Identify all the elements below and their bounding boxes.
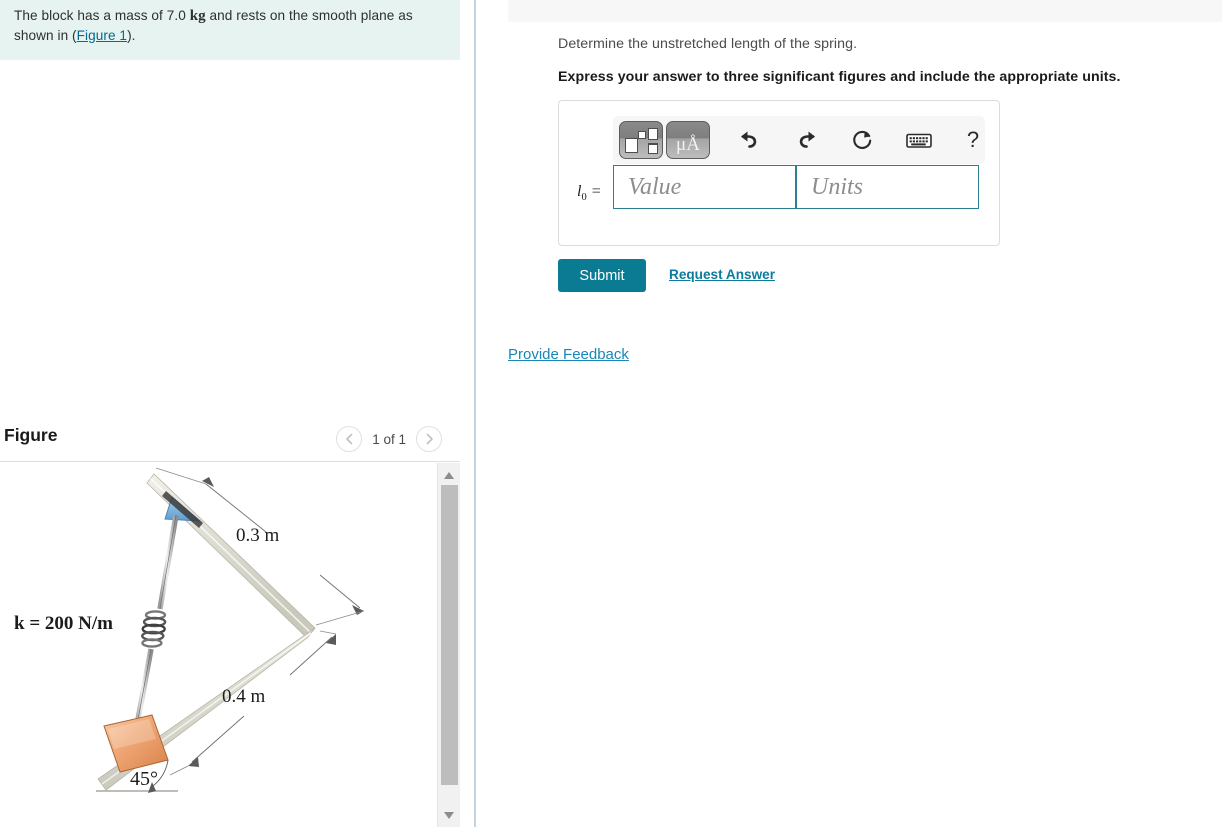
keyboard-button[interactable] <box>899 121 939 159</box>
figure-prev-button[interactable] <box>336 426 363 452</box>
micro-angstrom-units-icon: μÅ <box>676 134 700 155</box>
figure-viewport: 0.3 m 0.4 m 45° k = 200 N/m <box>0 463 460 827</box>
dimension-0_3m <box>155 467 365 626</box>
answer-value-input[interactable]: Value <box>613 165 796 209</box>
top-status-strip <box>508 0 1222 22</box>
units-button[interactable]: μÅ <box>666 121 710 159</box>
answer-units-input[interactable]: Units <box>796 165 979 209</box>
redo-arrow-icon <box>799 131 815 148</box>
figure-header-divider <box>0 461 460 462</box>
mass-unit: kg <box>189 8 206 24</box>
submit-button[interactable]: Submit <box>558 259 646 292</box>
scrollbar-down-arrow[interactable] <box>438 806 460 824</box>
figure-header: Figure 1 of 1 <box>0 418 460 462</box>
provide-feedback-link[interactable]: Provide Feedback <box>508 346 629 363</box>
figure-pager: 1 of 1 <box>336 426 442 452</box>
undo-button[interactable] <box>729 121 769 159</box>
answer-variable-label: l0 = <box>577 183 602 203</box>
dimension-label-0_4m: 0.4 m <box>222 686 266 707</box>
help-question-mark-icon: ? <box>966 127 980 152</box>
spring-constant-label: k = 200 N/m <box>14 613 113 634</box>
scroll-down-arrow-icon <box>444 811 454 819</box>
scroll-up-arrow-icon <box>444 471 454 479</box>
reset-circular-arrow-icon <box>853 130 872 149</box>
figure-1-link[interactable]: Figure 1 <box>77 28 127 43</box>
angle-label-45: 45° <box>130 768 158 790</box>
keyboard-icon <box>906 133 932 148</box>
answer-toolbar: μÅ ? <box>613 116 985 164</box>
spring-coil <box>141 610 167 648</box>
answer-entry-box: μÅ ? l0 = Value Units <box>558 100 1000 246</box>
undo-arrow-icon <box>741 131 757 148</box>
spring-support-bracket <box>162 491 203 528</box>
figure-pager-label: 1 of 1 <box>372 431 406 447</box>
redo-button[interactable] <box>787 121 827 159</box>
chevron-left-icon <box>345 433 353 445</box>
question-prompt: Determine the unstretched length of the … <box>558 36 858 52</box>
figure-next-button[interactable] <box>416 426 442 452</box>
scrollbar-up-arrow[interactable] <box>438 466 460 484</box>
problem-statement-text: The block has a mass of 7.0 kg and rests… <box>14 6 446 46</box>
figure-panel-title: Figure <box>4 425 58 445</box>
physics-figure-diagram: 0.3 m 0.4 m 45° k = 200 N/m <box>14 467 365 793</box>
request-answer-link[interactable]: Request Answer <box>669 267 775 282</box>
right-pane: Determine the unstretched length of the … <box>476 0 1222 827</box>
block-on-incline <box>103 714 169 773</box>
answer-variable-equals: = <box>586 183 602 200</box>
figure-scrollbar[interactable] <box>437 463 460 827</box>
scrollbar-thumb[interactable] <box>441 485 458 785</box>
problem-statement-box: The block has a mass of 7.0 kg and rests… <box>0 0 460 60</box>
left-pane: The block has a mass of 7.0 kg and rests… <box>0 0 474 827</box>
reset-button[interactable] <box>843 121 883 159</box>
chevron-right-icon <box>426 433 433 445</box>
math-template-button[interactable] <box>619 121 663 159</box>
question-instruction: Express your answer to three significant… <box>558 69 1121 85</box>
help-button[interactable]: ? <box>953 121 993 159</box>
problem-text-part-1: The block has a mass of 7.0 <box>14 8 190 23</box>
dimension-label-0_3m: 0.3 m <box>236 525 280 546</box>
problem-text-part-3: ). <box>127 28 136 43</box>
spring-assembly <box>132 514 179 737</box>
